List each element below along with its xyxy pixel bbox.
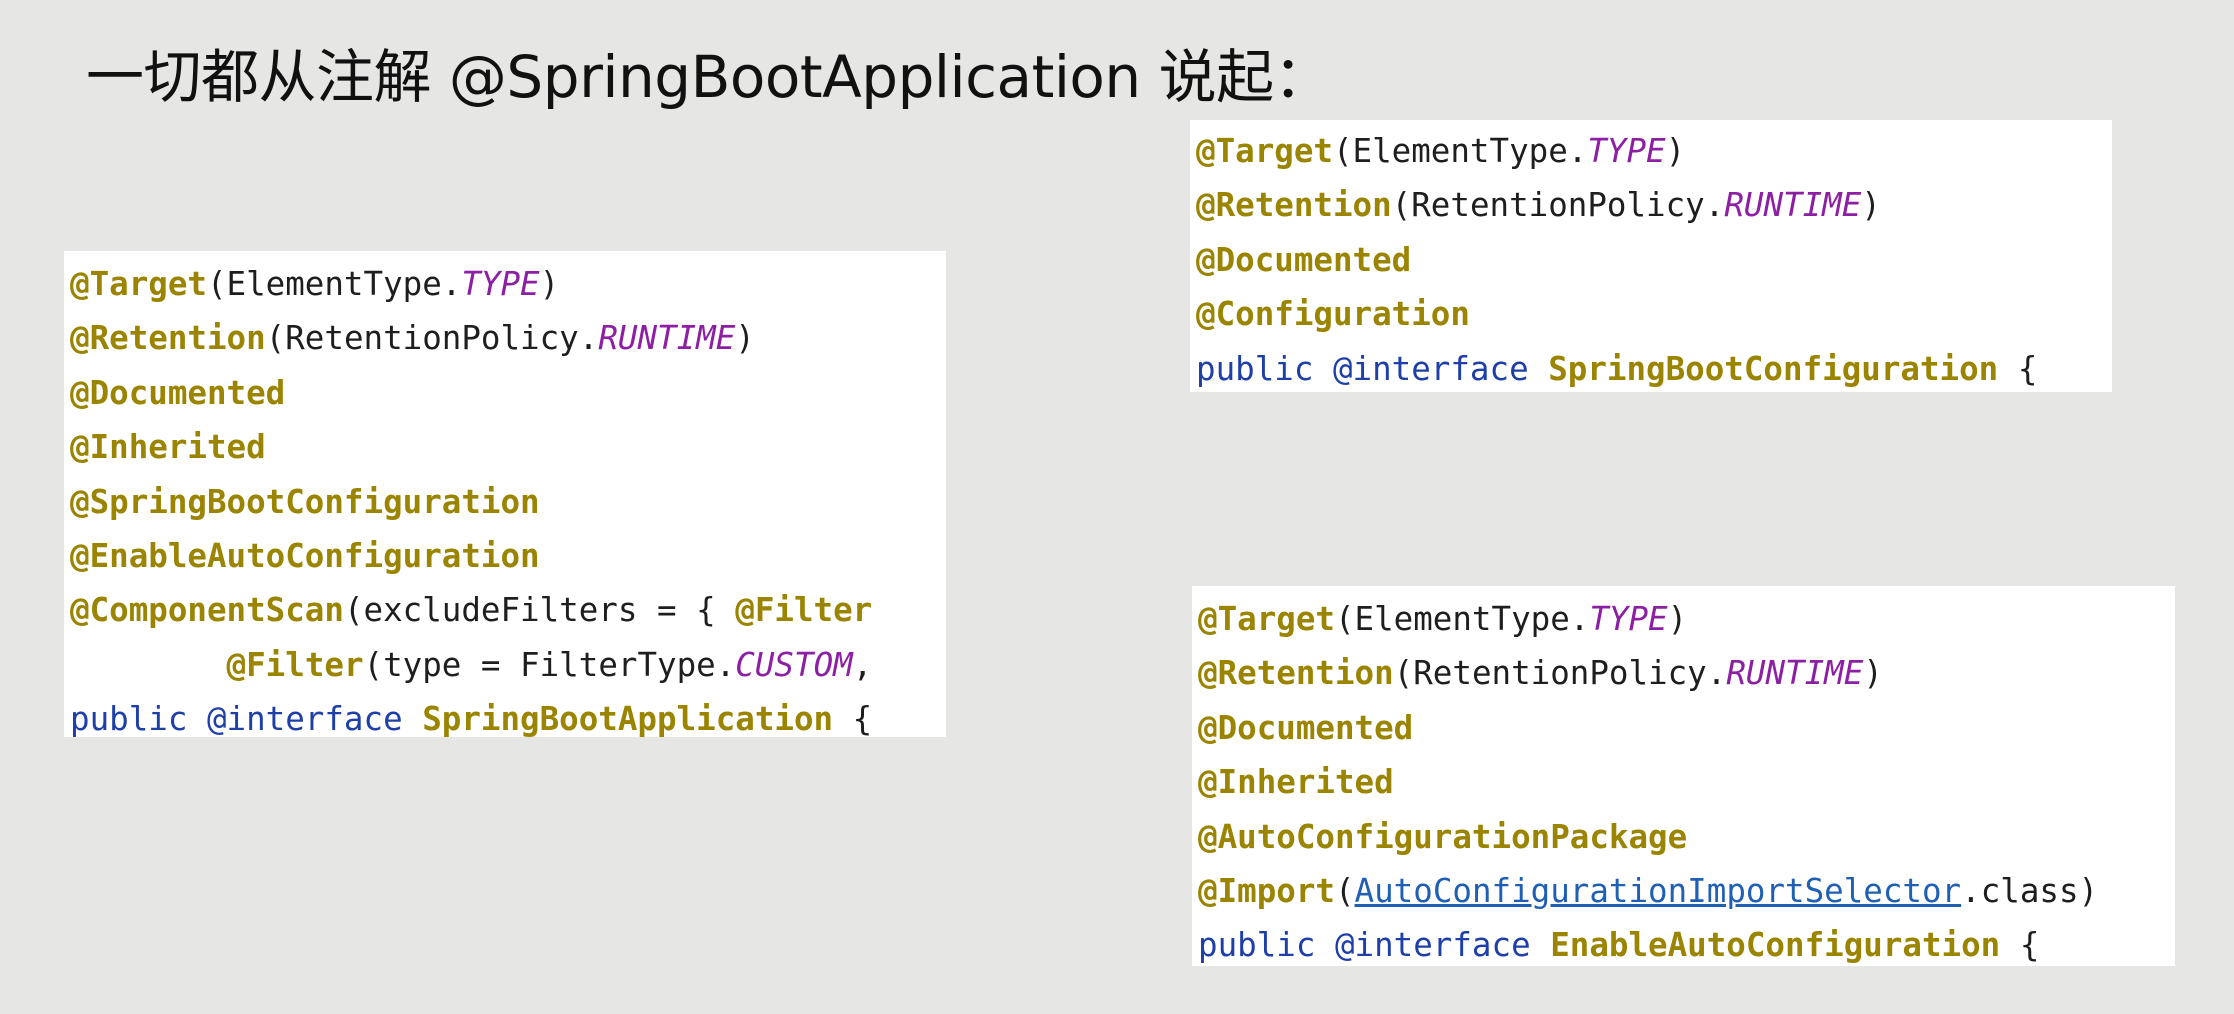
annotation-token: SpringBootApplication bbox=[422, 700, 834, 737]
constant-token: TYPE bbox=[1587, 132, 1666, 170]
code-text: ) bbox=[1665, 132, 1686, 170]
code-text: .class) bbox=[1961, 871, 2099, 910]
keyword-token: @interface bbox=[1332, 349, 1549, 388]
annotation-token: @Target bbox=[70, 265, 207, 303]
code-text: (RetentionPolicy. bbox=[265, 319, 599, 358]
code-text: { bbox=[2000, 926, 2040, 965]
annotation-token: @Import bbox=[1198, 871, 1335, 910]
code-line: @Retention(RetentionPolicy.RUNTIME) bbox=[1196, 178, 2106, 232]
code-line: @EnableAutoConfiguration bbox=[70, 529, 940, 583]
annotation-token: @Documented bbox=[1196, 240, 1412, 279]
annotation-token: @Configuration bbox=[1196, 295, 1470, 334]
code-panel-springbootapplication: @Target(ElementType.TYPE) @Retention(Rete… bbox=[64, 251, 946, 737]
code-line: @Documented bbox=[70, 366, 940, 420]
code-text: , bbox=[852, 645, 873, 684]
code-panel-springbootconfiguration: @Target(ElementType.TYPE) @Retention(Rete… bbox=[1190, 120, 2112, 392]
code-text: ) bbox=[539, 265, 560, 303]
code-text: (ElementType. bbox=[206, 265, 462, 303]
code-text: { bbox=[1998, 349, 2038, 388]
code-line: @Documented bbox=[1196, 233, 2106, 287]
class-link[interactable]: AutoConfigurationImportSelector bbox=[1355, 872, 1962, 910]
annotation-token: @Retention bbox=[70, 319, 266, 358]
code-text: ) bbox=[1863, 654, 1883, 693]
annotation-token: @ComponentScan bbox=[70, 591, 344, 630]
code-text: ( bbox=[1334, 871, 1355, 910]
annotation-token: @EnableAutoConfiguration bbox=[70, 536, 540, 575]
keyword-token: public bbox=[1198, 926, 1335, 965]
code-text: ) bbox=[1667, 600, 1688, 638]
code-line: @Configuration bbox=[1196, 287, 2106, 341]
annotation-token: @Retention bbox=[1198, 654, 1394, 693]
code-line: @Documented bbox=[1198, 701, 2169, 755]
constant-token: RUNTIME bbox=[1726, 654, 1864, 693]
code-text: (type = FilterType. bbox=[363, 645, 736, 684]
annotation-token: @Inherited bbox=[1198, 763, 1394, 802]
keyword-token: public bbox=[1196, 349, 1333, 388]
constant-token: CUSTOM bbox=[735, 645, 853, 684]
annotation-token: @Target bbox=[1196, 132, 1333, 170]
code-line: @Inherited bbox=[70, 420, 940, 474]
code-text: (ElementType. bbox=[1334, 600, 1590, 638]
annotation-token: @Filter bbox=[735, 591, 873, 630]
page-title: 一切都从注解 @SpringBootApplication 说起： bbox=[86, 43, 1332, 111]
code-text: (RetentionPolicy. bbox=[1391, 186, 1725, 225]
code-text: { bbox=[833, 700, 873, 737]
code-panel-enableautoconfiguration: @Target(ElementType.TYPE) @Retention(Rete… bbox=[1192, 586, 2175, 966]
code-line: @Retention(RetentionPolicy.RUNTIME) bbox=[70, 311, 940, 365]
keyword-token: @interface bbox=[206, 700, 423, 737]
code-line: @Target(ElementType.TYPE) bbox=[1196, 124, 2106, 178]
annotation-token: @Filter bbox=[226, 645, 364, 684]
code-line: @Retention(RetentionPolicy.RUNTIME) bbox=[1198, 646, 2169, 700]
keyword-token: @interface bbox=[1334, 926, 1551, 965]
keyword-token: public bbox=[70, 700, 207, 737]
code-line: public @interface EnableAutoConfiguratio… bbox=[1198, 918, 2169, 966]
code-line: @Inherited bbox=[1198, 755, 2169, 809]
constant-token: RUNTIME bbox=[1724, 186, 1862, 225]
annotation-token: EnableAutoConfiguration bbox=[1550, 926, 2001, 965]
code-text: (excludeFilters = { bbox=[343, 591, 736, 630]
code-line: @SpringBootConfiguration bbox=[70, 475, 940, 529]
code-line: @AutoConfigurationPackage bbox=[1198, 810, 2169, 864]
constant-token: TYPE bbox=[1589, 600, 1668, 638]
annotation-token: @Target bbox=[1198, 600, 1335, 638]
code-line: public @interface SpringBootApplication … bbox=[70, 692, 940, 737]
annotation-token: SpringBootConfiguration bbox=[1548, 349, 1999, 388]
annotation-token: @SpringBootConfiguration bbox=[70, 482, 540, 521]
code-line: @Filter(type = FilterType.CUSTOM, bbox=[70, 638, 940, 692]
constant-token: TYPE bbox=[461, 265, 540, 303]
code-line: @ComponentScan(excludeFilters = { @Filte… bbox=[70, 583, 940, 637]
code-line: @Target(ElementType.TYPE) bbox=[70, 257, 940, 311]
code-line: @Target(ElementType.TYPE) bbox=[1198, 592, 2169, 646]
annotation-token: @Retention bbox=[1196, 186, 1392, 225]
annotation-token: @AutoConfigurationPackage bbox=[1198, 817, 1688, 856]
code-text: ) bbox=[1861, 186, 1881, 225]
code-text: ) bbox=[735, 319, 755, 358]
annotation-token: @Documented bbox=[70, 373, 286, 412]
constant-token: RUNTIME bbox=[598, 319, 736, 358]
code-text: (ElementType. bbox=[1332, 132, 1588, 170]
annotation-token: @Inherited bbox=[70, 428, 266, 467]
code-line: @Import(AutoConfigurationImportSelector.… bbox=[1198, 864, 2169, 918]
code-line: public @interface SpringBootConfiguratio… bbox=[1196, 342, 2106, 392]
code-text: (RetentionPolicy. bbox=[1393, 654, 1727, 693]
annotation-token: @Documented bbox=[1198, 708, 1414, 747]
